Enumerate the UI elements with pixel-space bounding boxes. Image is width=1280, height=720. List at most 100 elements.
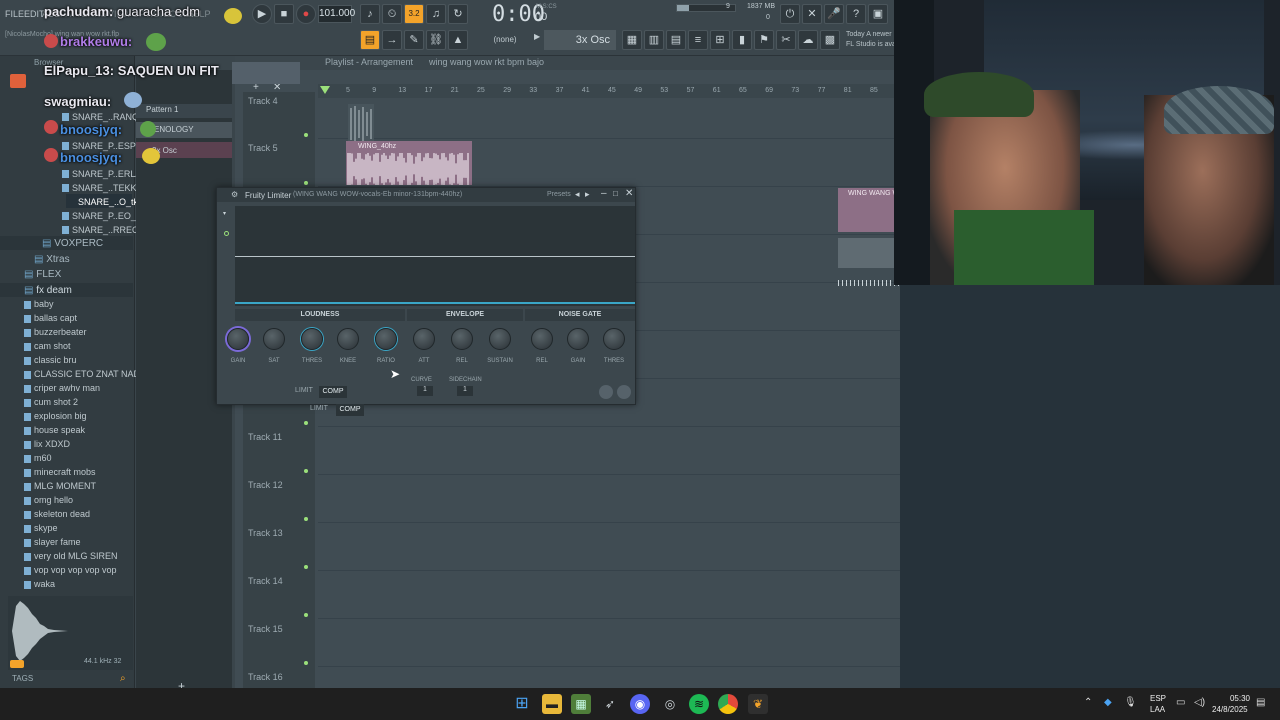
notification-icon[interactable]: ▤ — [1256, 697, 1265, 708]
link-icon[interactable]: ⛓ — [426, 30, 446, 50]
track-name[interactable]: Track 4 — [248, 96, 278, 106]
track-name[interactable]: Track 15 — [248, 624, 283, 634]
sidechain-value[interactable]: 1 — [457, 386, 473, 396]
mode-limit[interactable]: LIMIT — [295, 387, 313, 394]
search-icon[interactable]: ⌕ — [120, 673, 126, 684]
fx-item[interactable]: skeleton dead — [34, 509, 90, 519]
pattern-item[interactable]: ENOLOGY — [154, 125, 194, 134]
volume-icon[interactable]: ◁) — [1194, 697, 1205, 708]
fx-item[interactable]: explosion big — [34, 411, 87, 421]
paint-icon[interactable]: ⚑ — [754, 30, 774, 50]
mic-icon[interactable]: 🎤 — [824, 4, 844, 24]
spotify-icon[interactable]: ≋ — [689, 694, 709, 714]
fx-item[interactable]: criper awhv man — [34, 383, 100, 393]
play-icon[interactable]: ▶ — [252, 4, 272, 24]
blend-icon[interactable]: ♫ — [426, 4, 446, 24]
clock-time[interactable]: 05:30 — [1222, 694, 1250, 703]
menu-file[interactable]: FILE — [5, 9, 24, 19]
audio-clip-wing-right[interactable]: WING WANG W — [838, 188, 899, 232]
display-dot-icon[interactable] — [224, 231, 229, 236]
knob-att[interactable] — [413, 328, 435, 350]
knob-knee[interactable] — [337, 328, 359, 350]
browser-home-icon[interactable] — [10, 74, 26, 88]
tools-icon[interactable]: ✕ — [802, 4, 822, 24]
track-mute-led-icon[interactable] — [304, 565, 308, 569]
pencil-icon[interactable]: ✎ — [404, 30, 424, 50]
track-name[interactable]: Track 11 — [248, 432, 282, 442]
folder-voxperc[interactable]: ▤ VOXPERC — [42, 238, 103, 249]
close-icon[interactable]: ✕ — [625, 188, 633, 199]
knob-ratio[interactable] — [375, 328, 397, 350]
knob-sat[interactable] — [263, 328, 285, 350]
stop-icon[interactable]: ■ — [274, 4, 294, 24]
display-arrow-icon[interactable]: ▾ — [223, 210, 226, 217]
track-mute-led-icon[interactable] — [304, 613, 308, 617]
fl-studio-running-icon[interactable]: ❦ — [748, 694, 768, 714]
pattern-select[interactable]: (none) — [480, 33, 530, 47]
step-toggle[interactable]: 3.2 — [404, 4, 424, 24]
track-name[interactable]: Track 14 — [248, 576, 283, 586]
track-name[interactable]: Track 5 — [248, 143, 278, 153]
knob-rel[interactable] — [451, 328, 473, 350]
news-icon[interactable]: ▩ — [820, 30, 840, 50]
round-button-icon[interactable] — [617, 385, 631, 399]
chrome-icon[interactable] — [718, 694, 738, 714]
playhead-marker[interactable] — [320, 86, 330, 94]
browser-item-selected[interactable]: SNARE_..O_tk1 — [78, 197, 143, 207]
channel-rack-icon[interactable]: ▥ — [644, 30, 664, 50]
pattern-arrow-icon[interactable]: ▶ — [534, 32, 542, 48]
windows-start-icon[interactable]: ⊞ — [512, 694, 532, 714]
mixer-icon[interactable]: ▦ — [622, 30, 642, 50]
fx-item[interactable]: CLASSIC ETO ZNAT NADO — [34, 369, 147, 379]
folder-flex[interactable]: ▤ FLEX — [24, 269, 61, 280]
tray-shield-icon[interactable]: ◆ — [1104, 697, 1112, 708]
presets-label[interactable]: Presets — [547, 191, 571, 198]
lang-line-1[interactable]: ESP — [1150, 694, 1166, 703]
folder-xtras[interactable]: ▤ Xtras — [34, 254, 70, 265]
audio-clip-midi[interactable] — [838, 238, 896, 268]
fx-item[interactable]: house speak — [34, 425, 85, 435]
track-mute-led-icon[interactable] — [304, 133, 308, 137]
loop-icon[interactable]: ↻ — [448, 4, 468, 24]
fx-item[interactable]: buzzerbeater — [34, 327, 87, 337]
folder-fx-deam[interactable]: ▤ fx deam — [24, 285, 72, 296]
next-preset-icon[interactable]: ▸ — [585, 189, 590, 200]
piano-roll-icon[interactable]: ▤ — [666, 30, 686, 50]
curve-value[interactable]: 1 — [417, 386, 433, 396]
prev-preset-icon[interactable]: ◂ — [575, 189, 580, 200]
fx-item[interactable]: minecraft mobs — [34, 467, 96, 477]
preview-play-icon[interactable] — [10, 660, 24, 668]
metronome-icon[interactable]: ♪ — [360, 4, 380, 24]
fl-studio-icon[interactable]: ▦ — [571, 694, 591, 714]
fx-item[interactable]: ballas capt — [34, 313, 77, 323]
fx-item[interactable]: cum shot 2 — [34, 397, 78, 407]
arrow-right-icon[interactable]: → — [382, 30, 402, 50]
audio-clip-wing[interactable]: WING_40hz — [346, 141, 472, 185]
file-explorer-icon[interactable]: ▬ — [542, 694, 562, 714]
knob-rel[interactable] — [531, 328, 553, 350]
fx-item[interactable]: slayer fame — [34, 537, 81, 547]
maximize-icon[interactable]: □ — [613, 189, 618, 198]
gear-icon[interactable]: ⚙ — [231, 190, 238, 199]
mode-comp[interactable]: COMP — [319, 386, 347, 398]
network-icon[interactable]: ▭ — [1176, 697, 1185, 708]
cloud-icon[interactable]: ☁ — [798, 30, 818, 50]
track-name[interactable]: Track 13 — [248, 528, 283, 538]
wrench-icon[interactable]: ✂ — [776, 30, 796, 50]
pattern-item[interactable]: Pattern 1 — [146, 105, 178, 114]
channel-select[interactable]: 3x Osc — [544, 30, 616, 50]
track-mute-led-icon[interactable] — [304, 517, 308, 521]
minimize-icon[interactable]: – — [601, 188, 607, 199]
track-mute-led-icon[interactable] — [304, 181, 308, 185]
wait-icon[interactable]: ⏲ — [382, 4, 402, 24]
lang-line-2[interactable]: LAA — [1150, 705, 1165, 714]
track-mute-led-icon[interactable] — [304, 469, 308, 473]
stamp-icon[interactable]: ▲ — [448, 30, 468, 50]
obs-icon[interactable]: ◎ — [660, 694, 680, 714]
tempo-display[interactable]: 101.000 — [318, 5, 355, 23]
fx-item[interactable]: waka — [34, 579, 55, 589]
fx-item[interactable]: omg hello — [34, 495, 73, 505]
knob-gain[interactable] — [227, 328, 249, 350]
fx-item[interactable]: classic bru — [34, 355, 77, 365]
fx-item[interactable]: baby — [34, 299, 54, 309]
